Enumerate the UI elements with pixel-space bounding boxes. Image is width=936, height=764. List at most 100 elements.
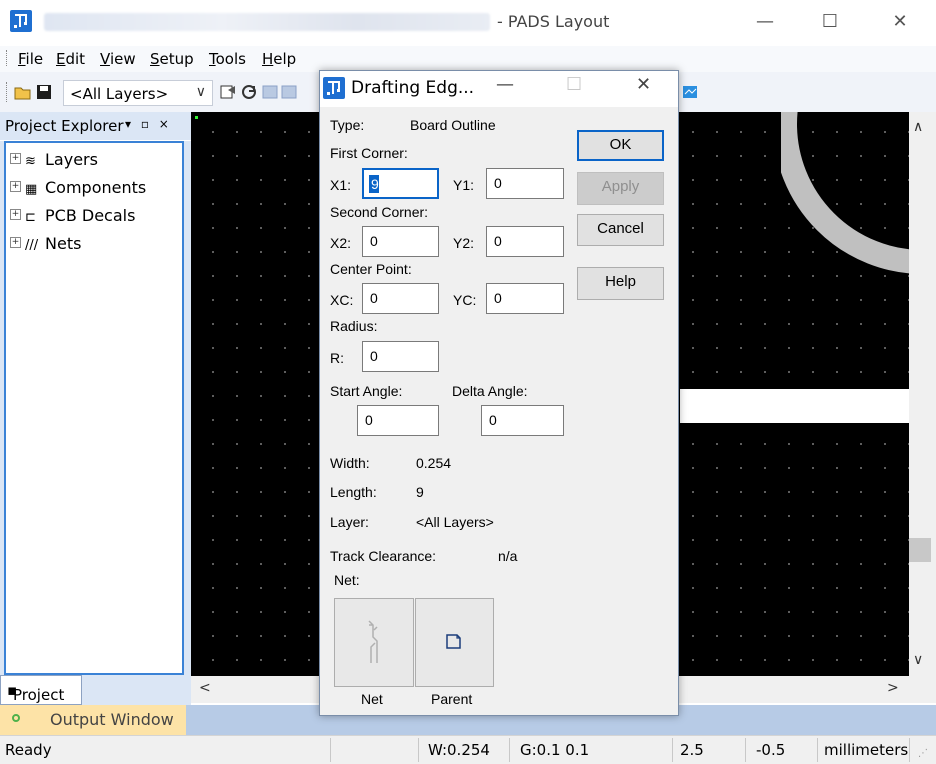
apply-button[interactable]: Apply	[577, 172, 664, 205]
x1-field[interactable]: 9	[362, 168, 439, 199]
xc-label: XC:	[330, 292, 354, 308]
tree-item-layers[interactable]: + ≋ Layers	[10, 150, 98, 172]
resize-grip-icon[interactable]: ⋰	[918, 748, 928, 759]
first-corner-label: First Corner:	[330, 145, 408, 161]
delta-angle-label: Delta Angle:	[452, 383, 528, 399]
xc-field[interactable]: 0	[362, 283, 439, 314]
menu-view[interactable]: View	[100, 50, 136, 68]
ok-button[interactable]: OK	[577, 130, 664, 161]
cancel-button[interactable]: Cancel	[577, 214, 664, 246]
pcb-decals-icon: ⊏	[25, 210, 36, 225]
start-angle-field[interactable]: 0	[357, 405, 439, 436]
layer-select[interactable]: <All Layers> ∨	[63, 80, 213, 106]
toolbar-grip	[6, 82, 9, 102]
save-icon[interactable]	[36, 84, 53, 100]
disabled-icon-1	[262, 84, 279, 100]
layers-icon: ≋	[25, 154, 36, 169]
properties-icon[interactable]	[220, 84, 237, 100]
chevron-up-icon[interactable]: ∧	[913, 119, 923, 135]
vertical-scrollbar[interactable]	[909, 112, 936, 676]
net-trace-icon	[368, 620, 378, 663]
tree-item-label: PCB Decals	[45, 206, 136, 225]
board-outline-segment	[680, 389, 909, 423]
status-separator	[672, 738, 673, 762]
minimize-button[interactable]: —	[741, 0, 789, 46]
status-grid: G:0.1 0.1	[520, 741, 590, 759]
maximize-button[interactable]: ☐	[806, 0, 854, 46]
track-clearance-label: Track Clearance:	[330, 548, 437, 564]
disabled-icon-2	[281, 84, 298, 100]
menu-grip	[6, 50, 9, 66]
menu-tools[interactable]: Tools	[209, 50, 246, 68]
output-window-label: Output Window	[50, 710, 174, 729]
app-title: - PADS Layout	[497, 12, 610, 31]
menu-edit[interactable]: Edit	[56, 50, 85, 68]
close-button[interactable]: ✕	[876, 0, 924, 46]
output-status-icon	[12, 714, 20, 722]
radius-field[interactable]: 0	[362, 341, 439, 372]
help-button[interactable]: Help	[577, 267, 664, 300]
pads-logo-icon	[10, 10, 32, 32]
chevron-right-icon[interactable]: >	[887, 680, 899, 696]
tree-item-label: Nets	[45, 234, 82, 253]
expand-icon[interactable]: +	[10, 153, 21, 164]
width-label: Width:	[330, 455, 370, 471]
expand-icon[interactable]: +	[10, 181, 21, 192]
parent-button-label: Parent	[431, 691, 473, 707]
net-select-button[interactable]	[334, 598, 414, 687]
type-label: Type:	[330, 117, 365, 133]
dialog-minimize-button[interactable]: —	[496, 74, 514, 95]
length-value: 9	[416, 484, 424, 500]
type-value: Board Outline	[410, 117, 496, 133]
track-clearance-value: n/a	[498, 548, 518, 564]
tree-item-components[interactable]: + ▦ Components	[10, 178, 146, 200]
y1-field[interactable]: 0	[486, 168, 564, 199]
parent-outline-icon	[446, 634, 461, 649]
tab-project[interactable]: ▪ Project	[0, 675, 82, 705]
yc-label: YC:	[453, 292, 477, 308]
status-units: millimeters	[824, 741, 909, 759]
start-angle-label: Start Angle:	[330, 383, 403, 399]
menu-file[interactable]: File	[18, 50, 43, 68]
status-separator	[909, 738, 910, 762]
tree-item-nets[interactable]: + /// Nets	[10, 234, 81, 256]
tree-item-label: Components	[45, 178, 147, 197]
menu-setup[interactable]: Setup	[150, 50, 194, 68]
status-x-coordinate: 2.5	[680, 741, 704, 759]
nets-icon: ///	[25, 238, 39, 253]
delta-angle-field[interactable]: 0	[481, 405, 564, 436]
tree-item-pcb-decals[interactable]: + ⊏ PCB Decals	[10, 206, 135, 228]
length-label: Length:	[330, 484, 377, 500]
second-corner-label: Second Corner:	[330, 204, 429, 220]
x1-label: X1:	[330, 177, 352, 193]
yc-field[interactable]: 0	[486, 283, 564, 314]
refresh-icon[interactable]	[241, 84, 258, 100]
open-folder-icon[interactable]	[14, 84, 31, 100]
status-separator	[418, 738, 419, 762]
tree-item-label: Layers	[45, 150, 98, 169]
layer-label: Layer:	[330, 514, 369, 530]
status-width: W:0.254	[428, 741, 490, 759]
pin-icon[interactable]: ▾ ▫ ×	[125, 117, 172, 131]
menu-bar	[0, 46, 936, 72]
expand-icon[interactable]: +	[10, 209, 21, 220]
r-label: R:	[330, 350, 344, 366]
radius-label: Radius:	[330, 318, 378, 334]
status-separator	[817, 738, 818, 762]
status-y-coordinate: -0.5	[756, 741, 786, 759]
status-ready: Ready	[5, 741, 52, 759]
dialog-close-button[interactable]: ✕	[636, 74, 651, 95]
chevron-down-icon[interactable]: ∨	[913, 652, 923, 668]
connect-icon[interactable]	[682, 84, 699, 100]
x2-label: X2:	[330, 235, 352, 251]
expand-icon[interactable]: +	[10, 237, 21, 248]
vertical-scroll-thumb[interactable]	[909, 538, 931, 562]
x2-field[interactable]: 0	[362, 226, 439, 257]
menu-help[interactable]: Help	[262, 50, 296, 68]
dialog-maximize-button: ☐	[566, 74, 583, 95]
origin-marker	[195, 116, 198, 119]
y2-field[interactable]: 0	[486, 226, 564, 257]
chevron-left-icon[interactable]: <	[199, 680, 211, 696]
parent-select-button[interactable]	[415, 598, 494, 687]
y1-label: Y1:	[453, 177, 475, 193]
